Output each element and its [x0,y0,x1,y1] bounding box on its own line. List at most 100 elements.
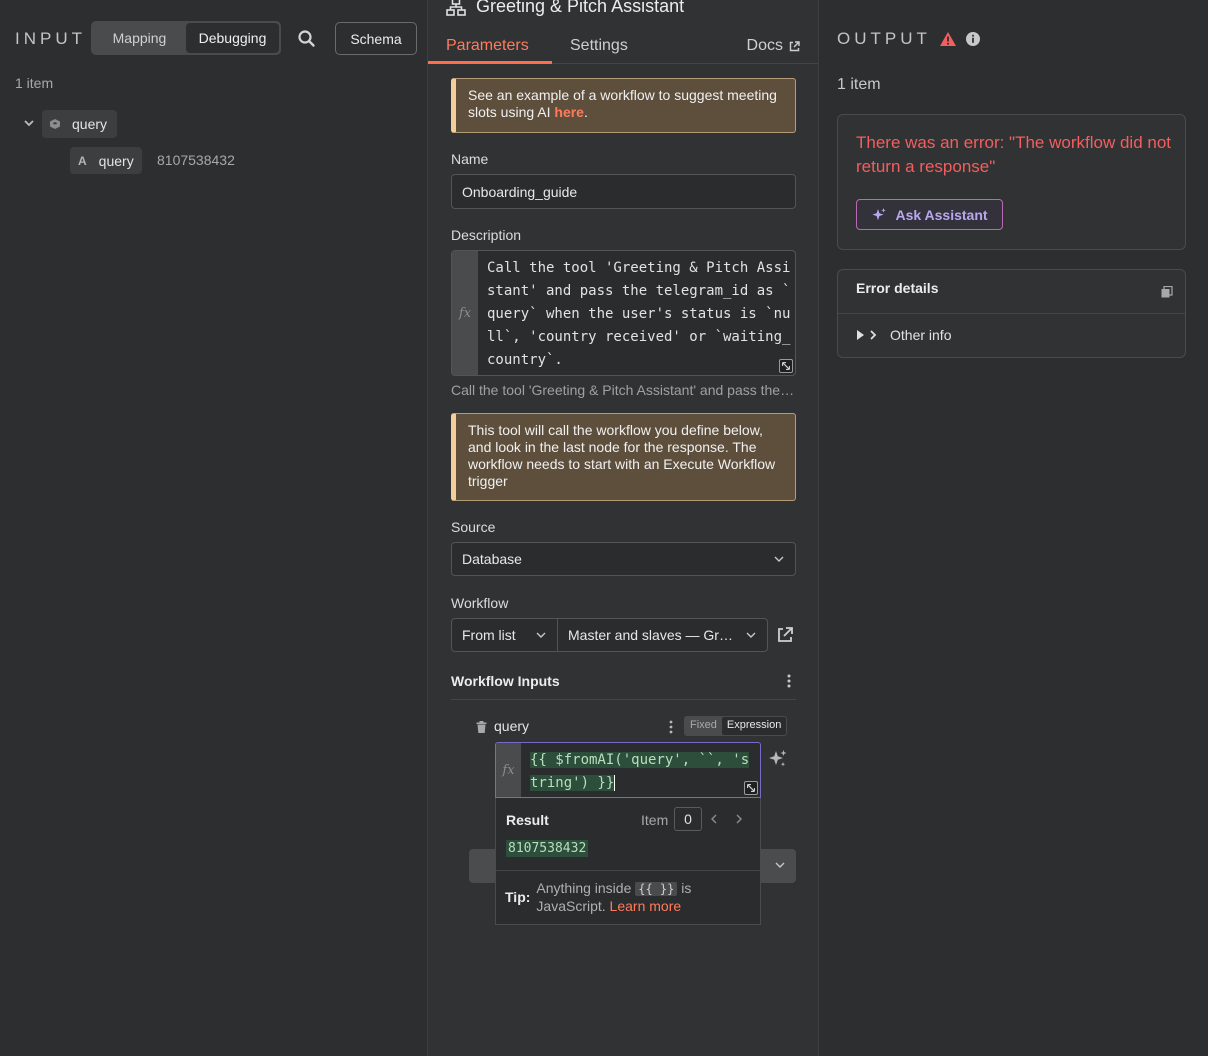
node-title-text: Greeting & Pitch Assistant [476,0,685,16]
source-label: Source [451,519,496,535]
name-label: Name [451,151,489,167]
tip-text-1: Anything inside [536,880,636,896]
workflow-select[interactable]: Master and slaves — Greeting & Pitch Ass… [557,618,768,652]
other-info-label: Other info [890,327,952,343]
mapping-mode-button[interactable]: Mapping [93,23,186,53]
chevron-down-icon [774,556,784,562]
input-item-count: 1 item [15,75,54,91]
copy-icon[interactable] [1161,286,1173,298]
expression-code: {{ $fromAI('query', ``, 'string') }} [530,752,750,791]
cube-icon [50,119,60,129]
error-message: There was an error: "The workflow did no… [856,133,1171,176]
example-workflow-notice: See an example of a workflow to suggest … [451,78,796,133]
input-panel-title: INPUT [15,29,86,48]
example-link[interactable]: here [554,104,584,120]
node-tabs: Parameters Settings Docs [428,28,818,64]
schema-root-name: query [72,116,108,132]
query-input-label: query [494,718,530,734]
workflow-inputs-header: Workflow Inputs [451,673,560,689]
fixed-expression-toggle: Fixed Expression [684,716,788,736]
fx-icon: fx [496,743,521,797]
notice-text: See an example of a workflow to suggest … [468,87,777,120]
notice-end: . [583,104,588,120]
expression-result-panel: Result Item 0 8107538432 Tip: Anything i… [495,798,761,925]
divider [451,699,796,700]
search-icon[interactable] [296,28,318,50]
display-mode-toggle: Mapping Debugging [91,21,281,55]
tip-text: Anything inside {{ }} is JavaScript. Lea… [536,880,755,915]
error-card: There was an error: "The workflow did no… [837,114,1186,250]
error-details-card: Error details Other info [837,269,1186,358]
workflow-label: Workflow [451,595,509,611]
expression-tip: Tip: Anything inside {{ }} is JavaScript… [505,880,755,915]
sparkle-icon [872,207,887,220]
result-label: Result [506,812,549,828]
workflow-mode-value: From list [462,627,516,643]
kebab-menu-icon[interactable] [666,719,676,735]
expand-editor-icon[interactable] [779,359,793,373]
debugging-mode-button[interactable]: Debugging [186,23,279,53]
chevron-down-icon [746,632,756,638]
node-title: Greeting & Pitch Assistant [446,0,684,17]
ask-assistant-button[interactable]: Ask Assistant [856,199,1003,230]
trash-icon[interactable] [476,721,487,733]
ask-assistant-label: Ask Assistant [895,206,988,223]
warning-icon [939,32,956,46]
tab-settings[interactable]: Settings [570,37,628,55]
chevron-down-icon [536,632,546,638]
schema-field-name: query [98,152,134,169]
active-tab-indicator [428,61,552,64]
tip-label: Tip: [505,889,531,905]
sparkle-icon[interactable] [767,748,789,770]
input-panel: INPUT Mapping Debugging Schema 1 item qu… [0,0,427,1056]
text-caret [614,775,616,791]
item-label: Item [641,812,669,828]
schema-field-value: 8107538432 [157,152,235,168]
schema-field-pill[interactable]: A query [70,147,142,174]
docs-label: Docs [746,37,783,54]
workflow-icon [446,0,466,16]
external-link-icon [789,40,800,51]
chevron-down-icon[interactable] [22,116,36,130]
workflow-mode-select[interactable]: From list [451,618,558,652]
info-icon[interactable] [965,31,981,47]
description-preview: Call the tool 'Greeting & Pitch Assistan… [451,382,796,398]
learn-more-link[interactable]: Learn more [610,898,682,914]
output-item-count: 1 item [837,76,881,93]
tip-code: {{ }} [635,882,678,896]
workflow-tool-notice: This tool will call the workflow you def… [451,413,796,501]
chevron-right-icon[interactable] [733,813,745,825]
source-value: Database [462,551,522,567]
description-expression-editor[interactable]: fx Call the tool 'Greeting & Pitch Assis… [451,250,796,376]
chevron-down-icon [775,862,785,868]
fx-icon: fx [452,251,478,375]
query-expression[interactable]: {{ $fromAI('query', ``, 'string') }} [530,749,756,795]
caret-right-icon [857,330,877,340]
schema-tree-root[interactable]: query [42,110,118,138]
string-type-icon: A [78,153,87,168]
tab-parameters[interactable]: Parameters [446,37,529,55]
divider [838,313,1185,314]
error-details-title: Error details [856,280,939,296]
output-panel: OUTPUT 1 item There was an error: "The w… [819,0,1208,1056]
output-panel-title: OUTPUT [837,29,931,48]
external-link-icon[interactable] [776,626,794,644]
source-select[interactable]: Database [451,542,796,576]
workflow-value: Master and slaves — Greeting & Pitch Ass… [568,627,733,643]
query-expression-editor[interactable]: fx {{ $fromAI('query', ``, 'string') }} [495,742,761,798]
tab-docs[interactable]: Docs [747,37,800,55]
node-parameters-panel: Greeting & Pitch Assistant Parameters Se… [427,0,819,1056]
schema-view-button[interactable]: Schema [335,22,417,55]
divider [496,870,760,871]
fixed-mode-button[interactable]: Fixed [685,717,722,735]
description-label: Description [451,227,522,243]
other-info-row[interactable]: Other info [856,327,951,343]
description-expression[interactable]: Call the tool 'Greeting & Pitch Assistan… [487,257,793,372]
output-header: OUTPUT [837,29,981,49]
expression-mode-button[interactable]: Expression [721,717,787,735]
item-index-input[interactable]: 0 [674,807,702,831]
expand-editor-icon[interactable] [744,781,758,795]
kebab-menu-icon[interactable] [783,673,795,689]
chevron-left-icon[interactable] [708,813,720,825]
name-input[interactable]: Onboarding_guide [451,174,796,209]
